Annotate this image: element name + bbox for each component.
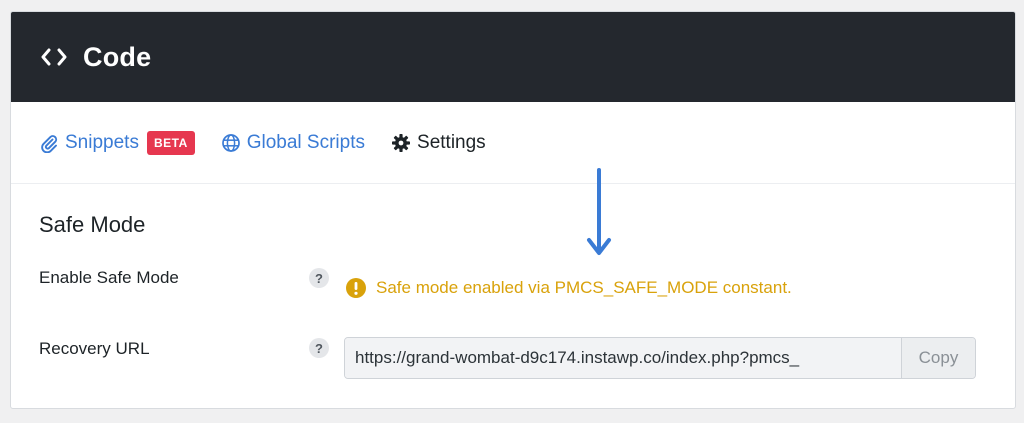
enable-safe-mode-help-icon[interactable]: ? (309, 268, 329, 288)
recovery-url-help-icon[interactable]: ? (309, 338, 329, 358)
page-title: Code (83, 41, 152, 72)
paperclip-icon (39, 133, 59, 153)
tab-settings-label: Settings (417, 131, 486, 153)
beta-badge: BETA (146, 130, 195, 155)
copy-button[interactable]: Copy (901, 338, 975, 378)
tab-snippets[interactable]: Snippets BETA (39, 130, 195, 155)
safe-mode-section: Safe Mode Enable Safe Mode ? Safe mode e… (11, 184, 1015, 408)
tab-global-scripts-label: Global Scripts (246, 131, 366, 153)
gear-icon (391, 133, 411, 153)
down-arrow-icon (587, 168, 611, 255)
globe-icon (221, 133, 241, 153)
page-header: Code (11, 12, 1015, 102)
code-settings-panel: Code Snippets BETA Global Scripts Settin… (10, 11, 1016, 409)
tab-global-scripts[interactable]: Global Scripts (221, 132, 365, 154)
safe-mode-notice: Safe mode enabled via PMCS_SAFE_MODE con… (345, 277, 792, 299)
code-icon (41, 48, 67, 66)
tab-settings[interactable]: Settings (391, 132, 486, 154)
recovery-url-group: Copy (344, 337, 976, 379)
tab-snippets-label: Snippets (65, 131, 139, 153)
safe-mode-notice-text: Safe mode enabled via PMCS_SAFE_MODE con… (376, 278, 792, 297)
enable-safe-mode-label: Enable Safe Mode (39, 268, 179, 287)
recovery-url-input[interactable] (345, 338, 901, 378)
tab-bar: Snippets BETA Global Scripts Settings (11, 102, 1015, 184)
recovery-url-label: Recovery URL (39, 339, 150, 358)
warning-icon (345, 277, 367, 299)
section-title: Safe Mode (39, 212, 146, 237)
